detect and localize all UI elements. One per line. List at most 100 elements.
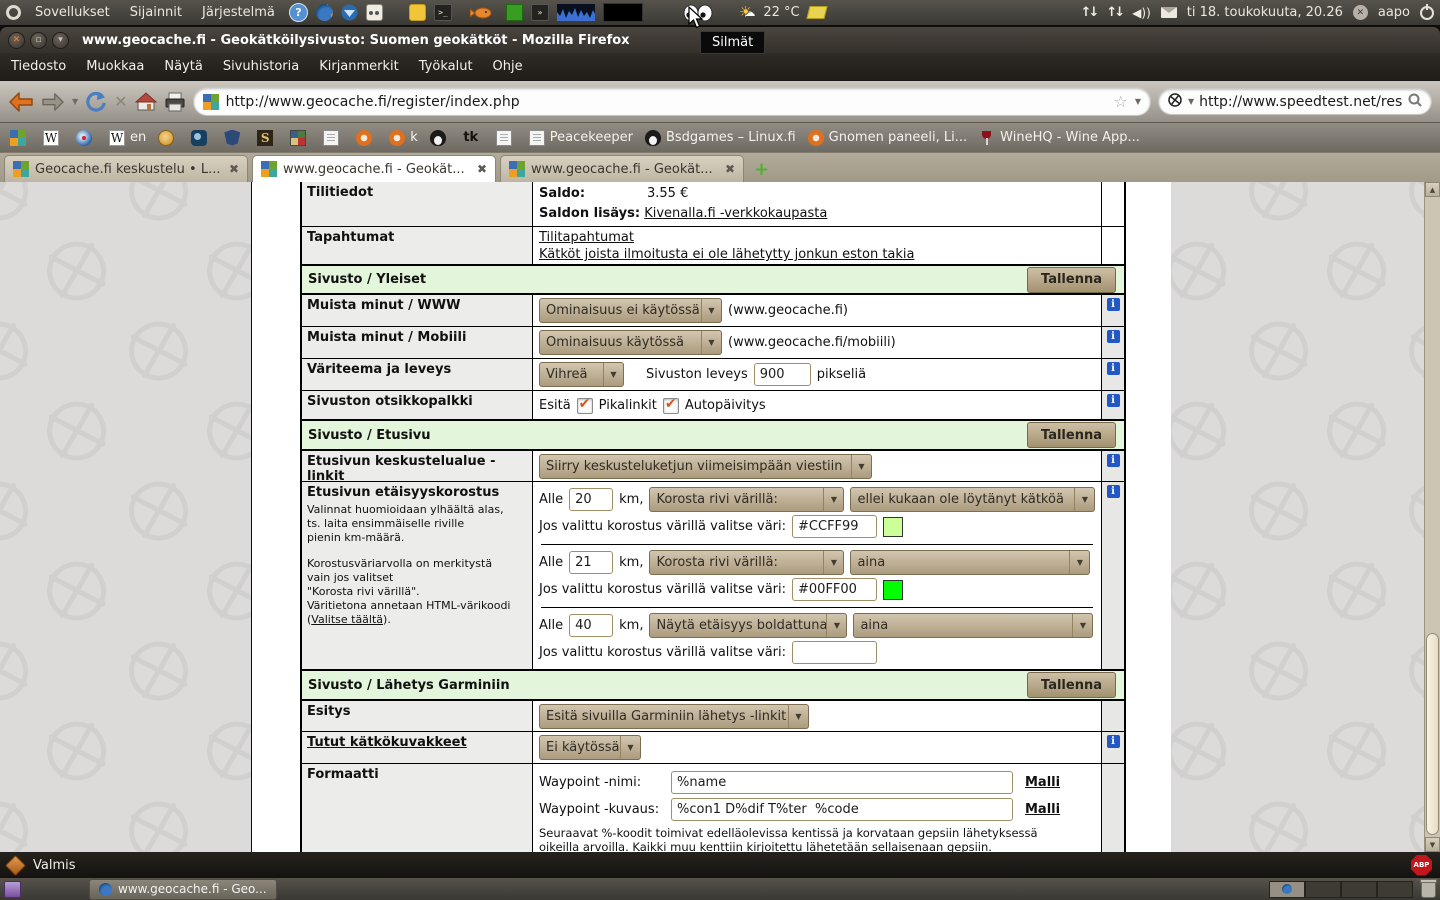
reload-button[interactable] xyxy=(85,91,107,113)
show-desktop-icon[interactable] xyxy=(4,881,21,898)
clock-label[interactable]: ti 18. toukokuuta, 20.26 xyxy=(1187,5,1343,20)
when-select-3[interactable]: aina▼ xyxy=(853,613,1093,638)
new-tab-button[interactable]: + xyxy=(754,161,769,179)
search-go-icon[interactable] xyxy=(1407,92,1423,112)
search-engine-icon[interactable] xyxy=(1167,92,1183,112)
mini-terminal-icon[interactable]: » xyxy=(531,4,549,21)
terminal-launcher-icon[interactable]: >_ xyxy=(434,4,452,21)
bookmark-item[interactable]: Peacekeeper xyxy=(529,130,633,146)
tilitapahtumat-link[interactable]: Tilitapahtumat xyxy=(539,230,634,245)
workspace-4[interactable] xyxy=(1377,881,1413,898)
back-button[interactable] xyxy=(8,91,34,113)
bookmark-item[interactable] xyxy=(10,130,31,146)
menu-sovellukset[interactable]: Sovellukset xyxy=(29,3,116,22)
thunderbird-launcher-icon[interactable] xyxy=(341,4,358,21)
esitys-select[interactable]: Esitä sivuilla Garminiin lähetys -linkit… xyxy=(539,704,809,729)
monitor-blank-applet[interactable] xyxy=(603,3,643,22)
workspace-1[interactable] xyxy=(1269,881,1305,898)
volume-icon[interactable]: ◀)) xyxy=(1132,6,1151,20)
when-select-1[interactable]: ellei kukaan ole löytänyt kätköä▼ xyxy=(850,487,1095,512)
color-input-2[interactable] xyxy=(792,578,877,601)
wp-desc-input[interactable] xyxy=(671,798,1013,821)
bookmark-item[interactable] xyxy=(158,130,179,146)
malli-link-2[interactable]: Malli xyxy=(1025,802,1060,817)
menu-sijainnit[interactable]: Sijainnit xyxy=(124,3,188,22)
workspace-switcher[interactable] xyxy=(1269,881,1413,898)
save-button[interactable]: Tallenna xyxy=(1027,672,1116,698)
bookmark-item[interactable]: Gnomen paneeli, Li... xyxy=(808,130,968,146)
trash-icon[interactable] xyxy=(1421,881,1436,898)
foxyproxy-icon[interactable] xyxy=(5,854,26,875)
km-input-3[interactable] xyxy=(569,614,613,637)
menu-jarjestelma[interactable]: Järjestelmä xyxy=(196,3,281,22)
topup-link[interactable]: Kivenalla.fi -verkkokaupasta xyxy=(644,206,827,221)
bookmark-star-icon[interactable]: ☆ xyxy=(1114,94,1128,110)
window-maximize-button[interactable]: ▾ xyxy=(52,32,69,49)
search-text[interactable]: http://www.speedtest.net/result/8 xyxy=(1199,94,1402,110)
kuvakkeet-select[interactable]: Ei käytössä▼ xyxy=(539,735,641,760)
power-icon[interactable] xyxy=(1420,6,1434,20)
info-icon[interactable]: i xyxy=(1107,330,1120,343)
color-input-1[interactable] xyxy=(792,515,877,538)
forward-button[interactable] xyxy=(41,92,65,112)
bookmark-item[interactable]: WineHQ - Wine App... xyxy=(979,130,1140,146)
sound-preferences-icon[interactable] xyxy=(366,4,383,21)
bookmark-item[interactable] xyxy=(356,130,377,146)
im-status-icon[interactable]: ✕ xyxy=(1353,5,1368,20)
menu-kirjanmerkit[interactable]: Kirjanmerkit xyxy=(319,59,399,74)
help-icon[interactable]: ? xyxy=(289,3,308,22)
scroll-down-arrow[interactable]: ▼ xyxy=(1425,837,1440,852)
url-dropdown-icon[interactable]: ▼ xyxy=(1135,97,1141,106)
url-text[interactable]: http://www.geocache.fi/register/index.ph… xyxy=(226,94,1107,110)
username-label[interactable]: aapo xyxy=(1378,5,1410,20)
network-monitor-icon-1[interactable]: ↑↓ xyxy=(1081,5,1097,20)
menu-tiedosto[interactable]: Tiedosto xyxy=(11,59,66,74)
bookmark-item[interactable]: k xyxy=(389,130,418,146)
save-button[interactable]: Tallenna xyxy=(1027,422,1116,448)
info-icon[interactable]: i xyxy=(1107,394,1120,407)
keskustelu-select[interactable]: Siirry keskusteluketjun viimeisimpään vi… xyxy=(539,454,872,479)
info-icon[interactable]: i xyxy=(1107,485,1120,498)
menu-nayta[interactable]: Näytä xyxy=(164,59,202,74)
width-input[interactable] xyxy=(754,363,811,386)
tab-1[interactable]: Geocache.fi keskustelu • L... ✖ xyxy=(4,155,248,182)
window-close-button[interactable]: ✕ xyxy=(8,32,25,49)
color-input-3[interactable] xyxy=(792,641,877,664)
bookmark-item[interactable]: Bsdgames – Linux.fi xyxy=(645,130,796,146)
network-monitor-icon-2[interactable]: ↑↓ xyxy=(1106,5,1122,20)
muista-mobiili-select[interactable]: Ominaisuus käytössä▼ xyxy=(539,330,722,355)
history-dropdown-icon[interactable]: ▼ xyxy=(72,97,78,106)
tab-close-icon[interactable]: ✖ xyxy=(229,162,239,176)
bookmark-item[interactable] xyxy=(290,130,311,146)
search-bar[interactable]: ▼ http://www.speedtest.net/result/8 xyxy=(1158,88,1432,115)
km-input-2[interactable] xyxy=(569,551,613,574)
theme-select[interactable]: Vihreä▼ xyxy=(539,362,624,387)
mode-select-1[interactable]: Korosta rivi värillä:▼ xyxy=(649,487,844,512)
tab-close-icon[interactable]: ✖ xyxy=(477,162,487,176)
workspace-2[interactable] xyxy=(1305,881,1341,898)
tab-close-icon[interactable]: ✖ xyxy=(725,162,735,176)
firefox-launcher-icon[interactable] xyxy=(316,4,333,21)
mail-icon[interactable] xyxy=(1161,7,1177,18)
muista-www-select[interactable]: Ominaisuus ei käytössä▼ xyxy=(539,298,722,323)
bookmark-item[interactable] xyxy=(430,130,451,146)
ubuntu-logo-icon[interactable] xyxy=(6,5,21,20)
km-input-1[interactable] xyxy=(569,488,613,511)
info-icon[interactable]: i xyxy=(1107,362,1120,375)
scroll-up-arrow[interactable]: ▲ xyxy=(1425,182,1440,197)
workspace-3[interactable] xyxy=(1341,881,1377,898)
bookmark-item[interactable] xyxy=(496,130,517,146)
save-button[interactable]: Tallenna xyxy=(1027,267,1116,293)
bookmark-item[interactable] xyxy=(76,130,97,146)
window-minimize-button[interactable]: ▫ xyxy=(30,32,47,49)
scrollbar-thumb[interactable] xyxy=(1426,633,1439,835)
bookmark-item[interactable]: Wen xyxy=(109,130,146,146)
home-button[interactable] xyxy=(135,92,157,112)
sticky-notes-icon[interactable] xyxy=(806,6,827,19)
valitse-taalta-link[interactable]: Valitse täältä xyxy=(311,613,383,626)
kuvakkeet-link[interactable]: Tutut kätkökuvakkeet xyxy=(307,735,467,750)
bookmark-item[interactable] xyxy=(323,130,344,146)
menu-ohje[interactable]: Ohje xyxy=(493,59,523,74)
autopaivitys-checkbox[interactable] xyxy=(663,398,679,414)
bookmark-item[interactable]: tk xyxy=(463,130,484,146)
